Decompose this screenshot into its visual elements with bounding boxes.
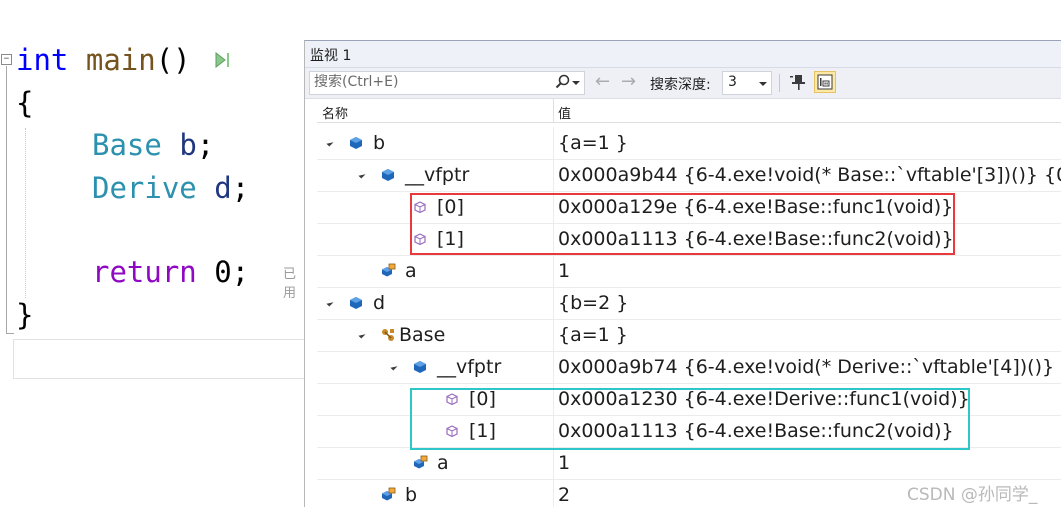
hex-display-button[interactable] (814, 71, 836, 93)
search-options-dropdown-icon[interactable] (572, 81, 580, 85)
code-line-base-decl[interactable]: Base b; (92, 127, 214, 163)
scope-end (6, 333, 14, 334)
current-line-highlight (13, 339, 305, 379)
watch-value[interactable]: 1 (558, 452, 570, 474)
watch-title-bar[interactable]: 监视 1 (305, 41, 1061, 68)
semicolon: ; (231, 171, 250, 205)
field-icon (414, 455, 428, 469)
expand-toggle-icon[interactable] (390, 363, 398, 371)
search-box[interactable] (309, 71, 585, 95)
watch-name: a (405, 260, 417, 282)
function-main: main (85, 43, 156, 77)
pin-icon (790, 75, 805, 90)
watch-value[interactable]: 0x000a9b74 {6-4.exe!void(* Derive::`vfta… (558, 356, 1061, 378)
variable-d: d (214, 171, 232, 205)
expand-toggle-icon[interactable] (358, 171, 366, 179)
pin-to-source-button[interactable] (787, 71, 809, 93)
watch-column-header: 名称 值 (317, 99, 1061, 123)
type-base: Base (92, 128, 162, 162)
watch-row[interactable]: a 1 (317, 255, 1061, 288)
field-icon (382, 263, 396, 277)
object-icon (350, 137, 362, 149)
run-to-click-icon[interactable] (214, 49, 232, 71)
watch-value[interactable]: {a=1 } (558, 132, 628, 154)
expand-toggle-icon[interactable] (358, 331, 366, 339)
hex-format-icon (817, 74, 833, 90)
row-divider (553, 287, 554, 319)
derive-vtable-highlight (410, 388, 970, 450)
base-vtable-highlight (410, 193, 955, 255)
watch-value[interactable]: 1 (558, 260, 570, 282)
watch-row[interactable]: __vfptr 0x000a9b74 {6-4.exe!void(* Deriv… (317, 351, 1061, 384)
search-depth-value: 3 (728, 74, 737, 90)
object-icon (350, 297, 362, 309)
watermark: CSDN @孙同学_ (907, 485, 1038, 505)
row-divider (553, 159, 554, 191)
keyword-return: return (92, 255, 197, 289)
type-derive: Derive (92, 171, 197, 205)
watch-name: Base (399, 324, 446, 346)
search-depth-select[interactable]: 3 (722, 71, 772, 95)
watch-title: 监视 1 (310, 48, 352, 64)
chevron-down-icon (759, 82, 767, 86)
row-divider (553, 127, 554, 159)
expand-toggle-icon[interactable] (326, 139, 334, 147)
watch-row[interactable]: b {a=1 } (317, 127, 1061, 160)
code-editor[interactable]: − int main() { Base b; Derive d; return … (0, 0, 305, 506)
expand-toggle-icon[interactable] (326, 299, 334, 307)
paren: () (155, 43, 191, 77)
code-line-return[interactable]: return 0; (92, 254, 249, 290)
base-class-icon (382, 329, 394, 341)
watch-row[interactable]: d {b=2 } (317, 287, 1061, 320)
row-divider (553, 479, 554, 507)
watch-name: __vfptr (437, 356, 502, 378)
row-divider (553, 255, 554, 287)
row-divider (553, 319, 554, 351)
scope-line (6, 66, 7, 334)
return-value: 0; (196, 255, 250, 289)
watch-name: b (405, 484, 418, 506)
object-icon (414, 361, 426, 373)
watch-value[interactable]: 2 (558, 484, 570, 506)
watch-toolbar: ← → 搜索深度: 3 (305, 68, 1061, 99)
column-value-header[interactable]: 值 (558, 103, 571, 122)
collapse-toggle-icon[interactable]: − (1, 54, 12, 65)
watch-name: d (373, 292, 386, 314)
watch-left-gutter (305, 99, 317, 507)
code-line-close-brace[interactable]: } (16, 297, 33, 333)
keyword-int: int (16, 43, 69, 77)
watch-row[interactable]: __vfptr 0x000a9b44 {6-4.exe!void(* Base:… (317, 159, 1061, 192)
watch-name: a (437, 452, 449, 474)
elapsed-time-hint[interactable]: 已用 (283, 263, 305, 301)
watch-value[interactable]: 0x000a9b44 {6-4.exe!void(* Base::`vftabl… (558, 164, 1061, 186)
object-icon (382, 169, 394, 181)
watch-value[interactable]: {b=2 } (558, 292, 628, 314)
search-icon[interactable] (555, 74, 571, 90)
column-name-header[interactable]: 名称 (322, 103, 348, 122)
code-line-derive-decl[interactable]: Derive d; (92, 170, 249, 206)
search-forward-icon[interactable]: → (621, 73, 636, 91)
watch-name: __vfptr (405, 164, 470, 186)
watch-name: b (373, 132, 386, 154)
search-back-icon[interactable]: ← (595, 73, 610, 91)
watch-row[interactable]: Base {a=1 } (317, 319, 1061, 352)
code-line-main[interactable]: int main() (16, 42, 191, 78)
field-icon (382, 487, 396, 501)
search-depth-label: 搜索深度: (650, 77, 711, 93)
semicolon: ; (196, 128, 215, 162)
row-divider (553, 447, 554, 479)
toolbar-separator (779, 74, 780, 92)
row-divider (553, 351, 554, 383)
search-input[interactable] (312, 73, 546, 91)
watch-value[interactable]: {a=1 } (558, 324, 628, 346)
variable-b: b (179, 128, 197, 162)
column-divider[interactable] (553, 99, 554, 122)
indent-guide (25, 128, 26, 298)
watch-row[interactable]: a 1 (317, 447, 1061, 480)
code-line-open-brace[interactable]: { (16, 85, 33, 121)
